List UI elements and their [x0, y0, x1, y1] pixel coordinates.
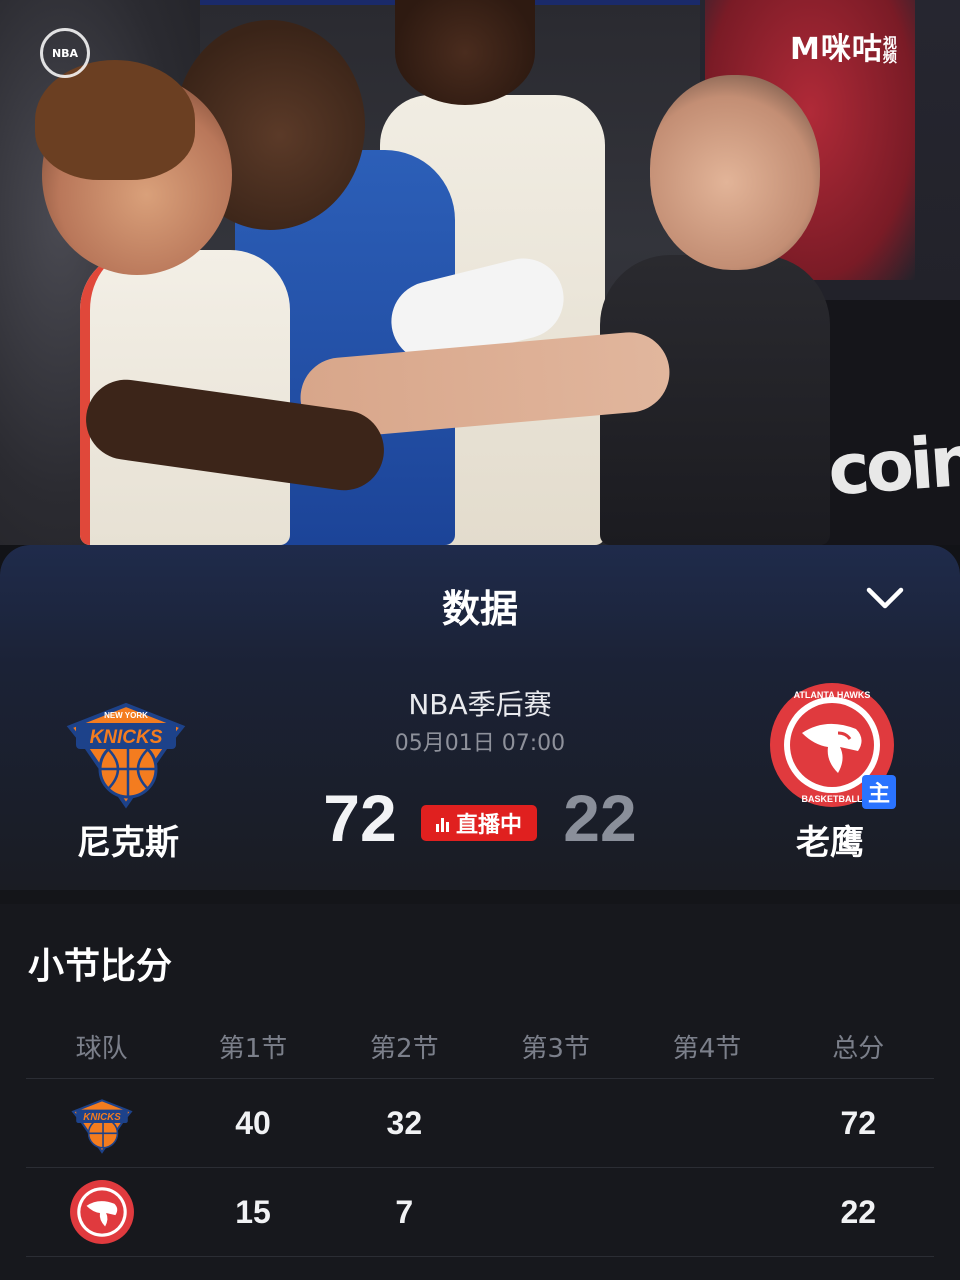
- quarter-score: 7: [395, 1193, 414, 1230]
- svg-text:BASKETBALL: BASKETBALL: [802, 794, 863, 804]
- table-header-cell: 第2节: [370, 1034, 439, 1064]
- live-bars-icon: [435, 814, 451, 832]
- hawks-mini-logo: [69, 1180, 134, 1244]
- table-header-cell: 第1节: [218, 1034, 288, 1064]
- quarter-score: 32: [386, 1104, 423, 1141]
- migu-video-logo: M咪咕视频: [790, 24, 899, 68]
- quarter-score: 40: [235, 1104, 271, 1141]
- table-row: 15 7 22: [26, 1168, 934, 1257]
- knicks-logo: KNICKS NEW YORK: [66, 702, 186, 809]
- total-score: 22: [840, 1193, 877, 1230]
- team-cell: KNICKS: [26, 1090, 177, 1156]
- data-panel: 数据 KNICKS NEW YORK 尼克斯 ATLANTA HAWKS BAS…: [0, 545, 960, 1280]
- video-referee-figure: [650, 75, 820, 270]
- quarter-score: 15: [235, 1193, 271, 1230]
- svg-text:KNICKS: KNICKS: [90, 727, 163, 748]
- table-header-cell: 第4节: [672, 1034, 742, 1064]
- migu-logo-text: 咪咕: [820, 32, 883, 67]
- nba-logo-text: NBA: [51, 46, 79, 60]
- table-header-cell: 总分: [832, 1034, 885, 1064]
- table-header-row: 球队 第1节 第2节 第3节 第4节 总分: [26, 1015, 934, 1079]
- score-right: 22: [563, 781, 637, 855]
- migu-logo-sub: 视频: [882, 35, 898, 66]
- table-header-cell: 球队: [75, 1034, 128, 1064]
- chevron-down-icon[interactable]: [862, 575, 908, 621]
- quarter-scores-title: 小节比分: [28, 946, 173, 987]
- svg-text:KNICKS: KNICKS: [83, 1112, 121, 1123]
- score-left: 72: [323, 781, 397, 855]
- live-status-badge[interactable]: 直播中: [421, 805, 537, 841]
- quarter-scores-table: 球队 第1节 第2节 第3节 第4节 总分 KNICKS 40 32 72 15…: [26, 1015, 934, 1257]
- knicks-mini-logo: KNICKS: [71, 1099, 133, 1154]
- section-divider: [0, 890, 960, 904]
- svg-text:ATLANTA HAWKS: ATLANTA HAWKS: [794, 690, 871, 700]
- video-player[interactable]: coinbas NBA M咪咕视频: [0, 0, 960, 545]
- team-name-right: 老鹰: [796, 823, 864, 863]
- match-datetime: 05月01日 07:00: [394, 731, 566, 756]
- live-status-label: 直播中: [455, 813, 522, 838]
- home-team-badge: 主: [862, 775, 896, 809]
- panel-title: 数据: [441, 587, 518, 631]
- total-score: 72: [840, 1104, 877, 1141]
- table-header-cell: 第3节: [521, 1034, 590, 1064]
- table-row: KNICKS 40 32 72: [26, 1079, 934, 1168]
- team-cell: [26, 1179, 177, 1245]
- video-player-figure: [395, 0, 535, 105]
- team-name-left: 尼克斯: [77, 823, 179, 863]
- video-player-figure: [35, 60, 195, 180]
- migu-logo-mark: M: [790, 32, 821, 67]
- nba-espn-logo: NBA: [40, 28, 90, 78]
- league-name: NBA季后赛: [408, 688, 552, 721]
- svg-text:NEW YORK: NEW YORK: [104, 711, 148, 720]
